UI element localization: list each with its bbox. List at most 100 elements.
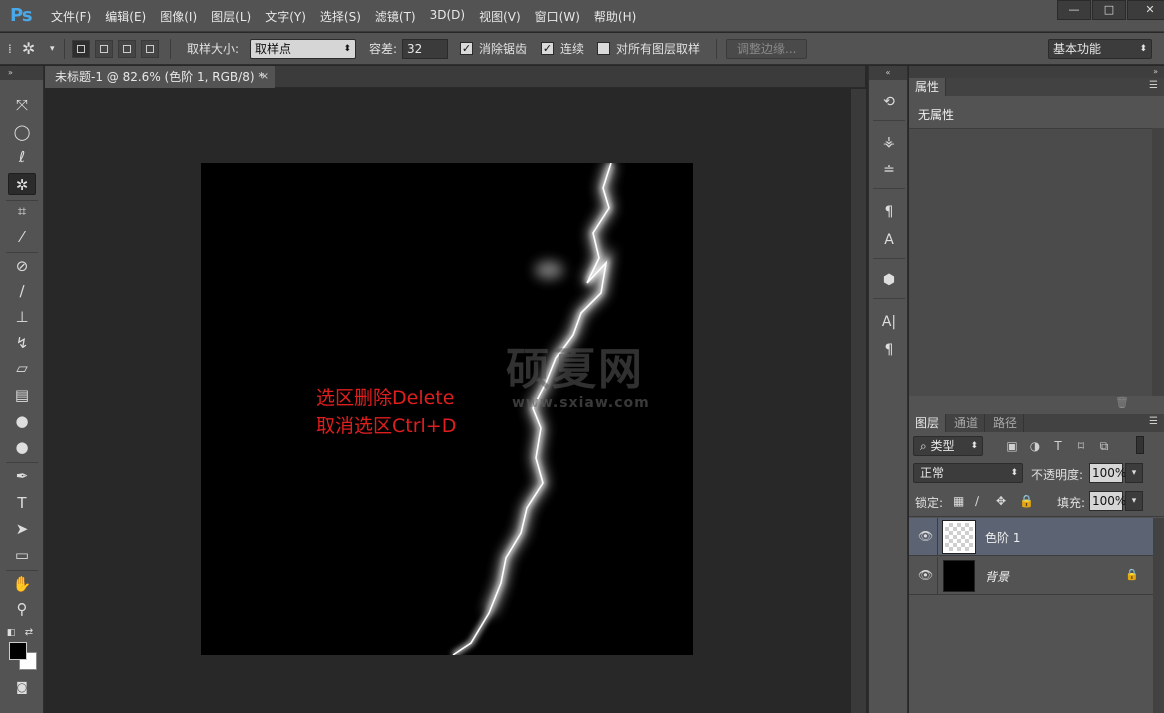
- workspace-select[interactable]: 基本功能 ⬍: [1048, 39, 1152, 59]
- blur-icon[interactable]: ●: [8, 410, 36, 432]
- document-canvas[interactable]: 硕夏网 www.sxiaw.com 选区删除Delete 取消选区Ctrl+D: [201, 163, 693, 655]
- lock-image-icon[interactable]: ∕: [975, 494, 979, 508]
- layer-filter-select[interactable]: ⌕ 类型 ⬍: [913, 436, 983, 456]
- history-panel-icon[interactable]: ⟲: [879, 92, 899, 112]
- panel-collapse-icon[interactable]: »: [909, 66, 1164, 78]
- layer-row-background[interactable]: 👁 背景 🔒: [909, 557, 1153, 595]
- refine-edge-button[interactable]: 调整边缘...: [726, 39, 808, 59]
- new-selection-button[interactable]: [72, 40, 90, 58]
- eyedropper-icon[interactable]: ⁄: [8, 226, 36, 248]
- move-icon[interactable]: ⤧: [8, 94, 36, 116]
- toolbar-collapse-icon[interactable]: »: [0, 66, 43, 80]
- filter-shape-icon[interactable]: ⌑: [1074, 439, 1088, 453]
- filter-smart-object-icon[interactable]: ⧉: [1097, 439, 1111, 453]
- maximize-button[interactable]: □: [1092, 0, 1126, 20]
- menu-window[interactable]: 窗口(W): [535, 8, 580, 25]
- gradient-icon[interactable]: ▤: [8, 384, 36, 406]
- tolerance-input[interactable]: 32: [402, 39, 448, 59]
- tab-properties[interactable]: 属性: [909, 78, 947, 96]
- filter-adjustment-icon[interactable]: ◑: [1028, 439, 1042, 453]
- menu-filter[interactable]: 滤镜(T): [375, 8, 416, 25]
- add-to-selection-button[interactable]: [95, 40, 113, 58]
- all-layers-checkbox[interactable]: [597, 42, 610, 55]
- menu-help[interactable]: 帮助(H): [594, 8, 636, 25]
- antialias-checkbox[interactable]: ✓: [460, 42, 473, 55]
- default-colors-icon[interactable]: ◧: [4, 622, 18, 644]
- clone-stamp-icon[interactable]: ⊥: [8, 306, 36, 328]
- close-tab-icon[interactable]: ×: [261, 66, 269, 88]
- fill-dropdown-icon[interactable]: ▾: [1125, 491, 1143, 511]
- contiguous-checkbox[interactable]: ✓: [541, 42, 554, 55]
- menu-edit[interactable]: 编辑(E): [105, 8, 146, 25]
- swap-colors-icon[interactable]: ⇄: [22, 622, 36, 644]
- dodge-icon[interactable]: ●: [8, 436, 36, 458]
- type-icon[interactable]: T: [8, 492, 36, 514]
- zoom-icon[interactable]: ⚲: [8, 598, 36, 620]
- panel-menu-icon[interactable]: ☰: [1149, 80, 1158, 91]
- magic-wand-icon[interactable]: ✲: [8, 173, 36, 195]
- menu-3d[interactable]: 3D(D): [430, 8, 465, 25]
- healing-brush-icon[interactable]: ⊘: [8, 255, 36, 277]
- lock-transparent-icon[interactable]: ▦: [953, 494, 964, 508]
- history-brush-icon[interactable]: ↯: [8, 332, 36, 354]
- menu-image[interactable]: 图像(I): [160, 8, 197, 25]
- crop-icon[interactable]: ⌗: [8, 200, 36, 222]
- magic-wand-icon[interactable]: ✲: [22, 33, 35, 65]
- tab-layers[interactable]: 图层: [909, 414, 947, 432]
- fill-input[interactable]: 100%: [1089, 491, 1126, 511]
- lock-all-icon[interactable]: 🔒: [1019, 494, 1034, 508]
- tab-paths[interactable]: 路径: [987, 414, 1025, 432]
- menu-view[interactable]: 视图(V): [479, 8, 521, 25]
- filter-pixel-icon[interactable]: ▣: [1005, 439, 1019, 453]
- rectangle-icon[interactable]: ▭: [8, 544, 36, 566]
- menu-select[interactable]: 选择(S): [320, 8, 361, 25]
- paragraph-styles-icon[interactable]: ¶: [879, 202, 899, 222]
- quick-mask-icon[interactable]: ◙: [8, 676, 36, 698]
- layers-menu-icon[interactable]: ☰: [1149, 416, 1158, 427]
- brush-icon[interactable]: ∕: [8, 280, 36, 302]
- character-panel-icon[interactable]: A|: [879, 312, 899, 332]
- menu-type[interactable]: 文字(Y): [265, 8, 306, 25]
- eye-icon[interactable]: 👁: [918, 568, 933, 582]
- subtract-from-selection-button[interactable]: [118, 40, 136, 58]
- opacity-input[interactable]: 100%: [1089, 463, 1126, 483]
- minimize-button[interactable]: —: [1057, 0, 1091, 20]
- lasso-icon[interactable]: ℓ: [8, 146, 36, 168]
- panel-dock: « ⟲ ⚶ ≐ ¶ A ⬢ A| ¶: [868, 66, 908, 713]
- blend-mode-select[interactable]: 正常 ⬍: [913, 463, 1023, 483]
- layers-panel: 图层 通道 路径 ☰ ⌕ 类型 ⬍ ▣ ◑ T ⌑ ⧉ 正常 ⬍ 不透明度: 1…: [909, 414, 1164, 713]
- lock-position-icon[interactable]: ✥: [996, 494, 1006, 508]
- properties-body: [909, 128, 1164, 396]
- workspace-scrollbar[interactable]: [851, 89, 866, 713]
- filter-toggle[interactable]: [1136, 436, 1144, 454]
- filter-type-icon[interactable]: T: [1051, 439, 1065, 453]
- tab-channels[interactable]: 通道: [948, 414, 986, 432]
- adjustments-icon[interactable]: ≐: [879, 160, 899, 180]
- layer-name: 背景: [985, 570, 1010, 584]
- marquee-icon[interactable]: ◯: [8, 121, 36, 143]
- character-styles-icon[interactable]: A: [879, 230, 899, 250]
- layer-row-levels[interactable]: 👁 色阶 1: [909, 518, 1153, 556]
- layers-scrollbar[interactable]: [1153, 518, 1164, 713]
- options-grip: ⁞: [8, 42, 12, 56]
- dock-collapse-icon[interactable]: «: [869, 66, 907, 80]
- opacity-dropdown-icon[interactable]: ▾: [1125, 463, 1143, 483]
- menu-file[interactable]: 文件(F): [51, 8, 91, 25]
- properties-scrollbar[interactable]: [1152, 128, 1164, 396]
- close-button[interactable]: ✕: [1127, 0, 1164, 20]
- pen-icon[interactable]: ✒: [8, 465, 36, 487]
- eraser-icon[interactable]: ▱: [8, 357, 36, 379]
- paragraph-panel-icon[interactable]: ¶: [879, 340, 899, 360]
- path-selection-icon[interactable]: ➤: [8, 518, 36, 540]
- hand-icon[interactable]: ✋: [8, 573, 36, 595]
- tool-preset-dropdown-icon[interactable]: ▾: [50, 33, 55, 65]
- trash-icon[interactable]: 🗑: [1115, 396, 1129, 409]
- document-tab[interactable]: 未标题-1 @ 82.6% (色阶 1, RGB/8) * ×: [45, 66, 275, 88]
- 3d-panel-icon[interactable]: ⬢: [879, 270, 899, 290]
- brush-presets-icon[interactable]: ⚶: [879, 132, 899, 152]
- menu-layer[interactable]: 图层(L): [211, 8, 251, 25]
- sample-size-select[interactable]: 取样点 ⬍: [250, 39, 356, 59]
- eye-icon[interactable]: 👁: [918, 529, 933, 543]
- foreground-color-swatch[interactable]: [9, 642, 27, 660]
- intersect-selection-button[interactable]: [141, 40, 159, 58]
